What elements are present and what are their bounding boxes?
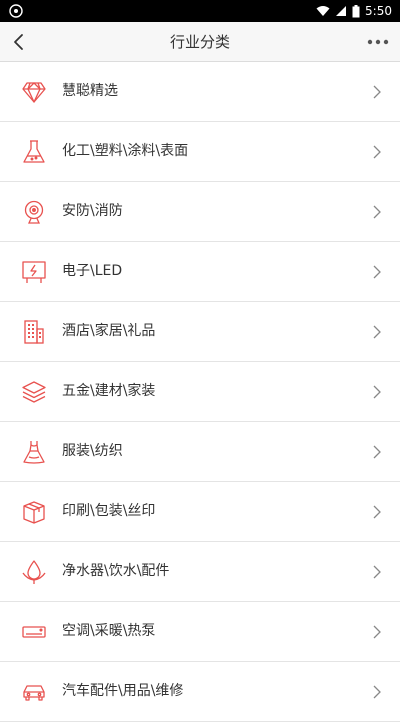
- category-label: 安防\消防: [62, 203, 123, 219]
- category-item[interactable]: 化工\塑料\涂料\表面: [0, 122, 400, 182]
- chevron-right-icon: [372, 684, 382, 700]
- category-label: 印刷\包装\丝印: [62, 503, 156, 519]
- dress-icon: [21, 439, 47, 465]
- chevron-right-icon: [372, 204, 382, 220]
- electronic-board-icon: [21, 259, 47, 285]
- chevron-right-icon: [372, 144, 382, 160]
- category-label: 慧聪精选: [62, 83, 118, 99]
- webcam-icon: [21, 199, 47, 225]
- category-label: 服装\纺织: [62, 443, 123, 459]
- more-options-button[interactable]: [364, 28, 392, 56]
- flask-icon: [21, 139, 47, 165]
- category-label: 酒店\家居\礼品: [62, 323, 156, 339]
- category-label: 净水器\饮水\配件: [62, 563, 170, 579]
- building-icon: [21, 319, 47, 345]
- page-title: 行业分类: [169, 33, 230, 51]
- chevron-right-icon: [372, 624, 382, 640]
- chevron-right-icon: [372, 504, 382, 520]
- category-item[interactable]: 印刷\包装\丝印: [0, 482, 400, 542]
- category-list: 慧聪精选 化工\塑料\涂料\表面 安防\消防 电子\LED 酒店\家居\礼品 五…: [0, 62, 400, 722]
- category-item[interactable]: 电子\LED: [0, 242, 400, 302]
- chevron-right-icon: [372, 384, 382, 400]
- category-item[interactable]: 汽车配件\用品\维修: [0, 662, 400, 722]
- car-icon: [21, 679, 47, 705]
- category-item[interactable]: 空调\采暖\热泵: [0, 602, 400, 662]
- category-label: 汽车配件\用品\维修: [62, 683, 184, 699]
- category-item[interactable]: 慧聪精选: [0, 62, 400, 122]
- category-label: 化工\塑料\涂料\表面: [62, 143, 189, 159]
- category-item[interactable]: 五金\建材\家装: [0, 362, 400, 422]
- battery-icon: [352, 4, 360, 18]
- category-label: 电子\LED: [62, 263, 123, 279]
- chevron-right-icon: [372, 84, 382, 100]
- chevron-right-icon: [372, 324, 382, 340]
- category-label: 五金\建材\家装: [62, 383, 156, 399]
- chevron-right-icon: [372, 564, 382, 580]
- category-item[interactable]: 服装\纺织: [0, 422, 400, 482]
- status-bar: 5:50: [0, 0, 400, 22]
- signal-icon: [335, 5, 347, 17]
- category-item[interactable]: 安防\消防: [0, 182, 400, 242]
- chevron-right-icon: [372, 264, 382, 280]
- category-item[interactable]: 酒店\家居\礼品: [0, 302, 400, 362]
- status-time: 5:50: [365, 4, 392, 18]
- category-label: 空调\采暖\热泵: [62, 623, 156, 639]
- category-item[interactable]: 净水器\饮水\配件: [0, 542, 400, 602]
- wifi-icon: [316, 5, 330, 17]
- layers-icon: [21, 379, 47, 405]
- notification-icon: [8, 3, 24, 19]
- nav-bar: 行业分类: [0, 22, 400, 62]
- package-box-icon: [21, 499, 47, 525]
- diamond-icon: [21, 79, 47, 105]
- air-conditioner-icon: [21, 619, 47, 645]
- water-drop-icon: [21, 559, 47, 585]
- chevron-right-icon: [372, 444, 382, 460]
